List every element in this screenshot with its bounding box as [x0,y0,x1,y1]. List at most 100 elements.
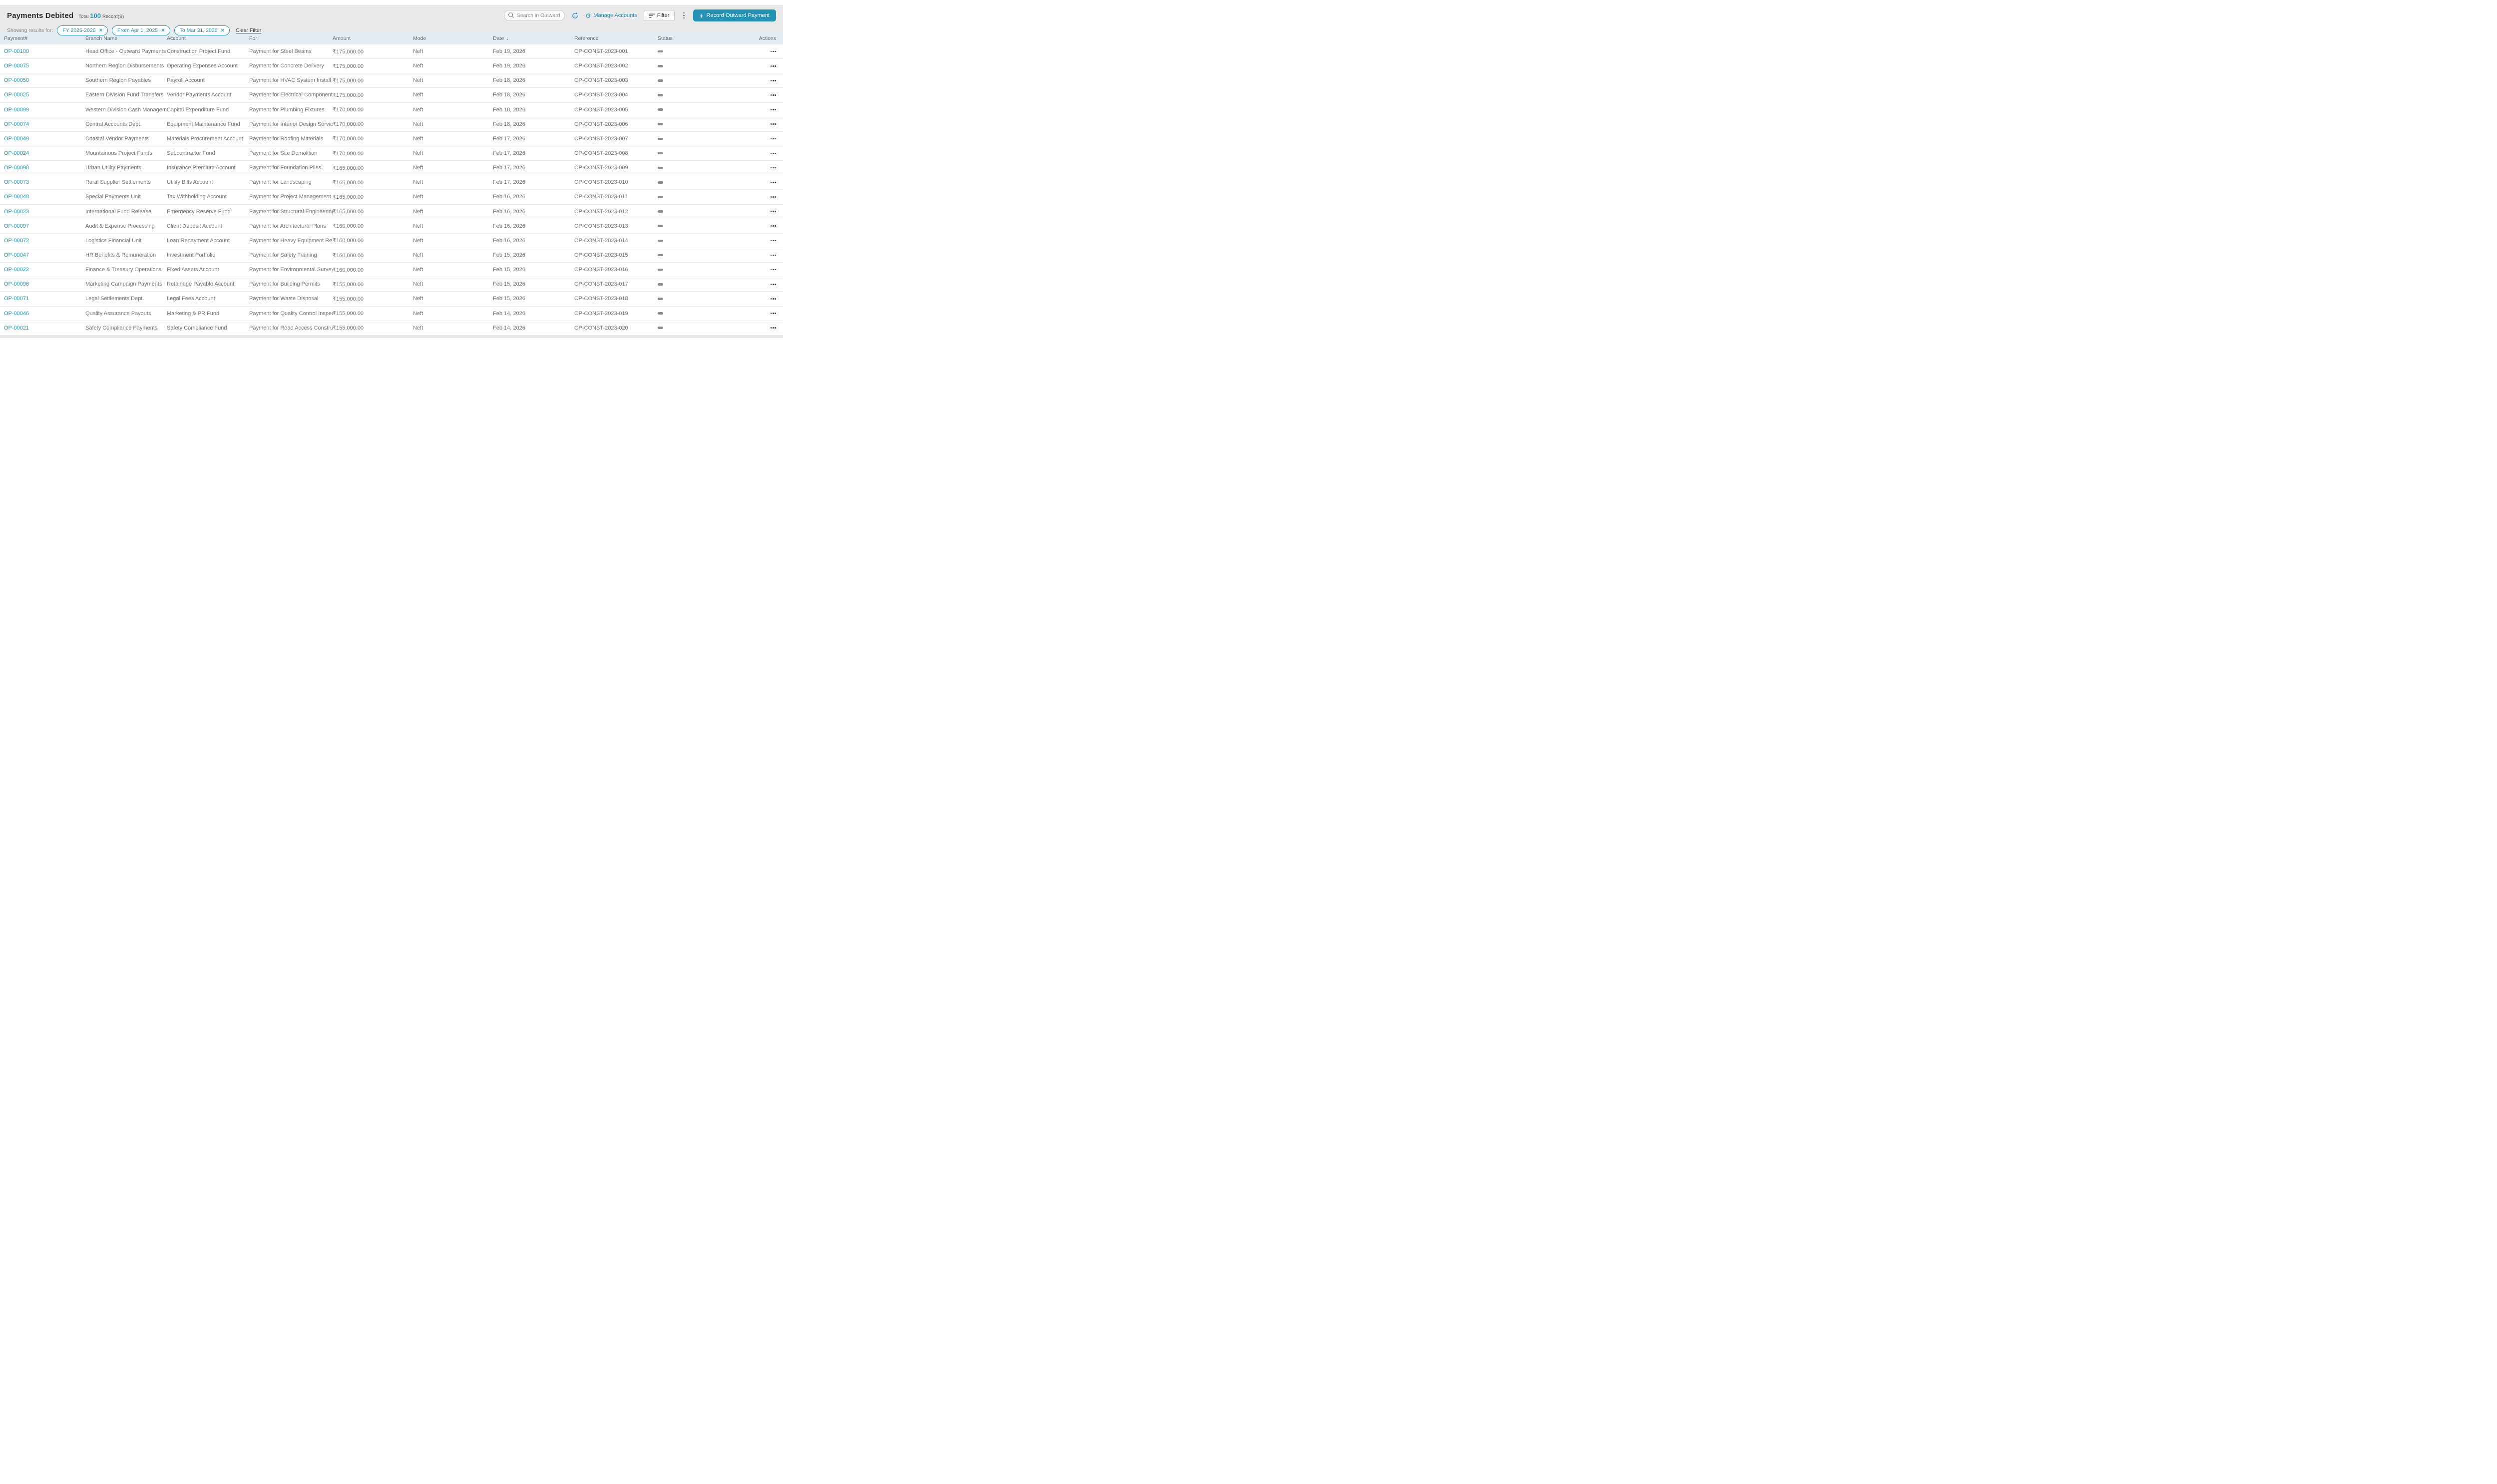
payment-link[interactable]: OP-00072 [4,238,29,244]
clear-filter-link[interactable]: Clear Filter [236,27,261,33]
chip-close-icon[interactable]: × [99,27,102,33]
filter-chip[interactable]: To Mar 31, 2026 × [174,25,230,35]
payment-link[interactable]: OP-00074 [4,121,29,127]
cell-branch: Central Accounts Dept. [85,121,142,127]
payment-link[interactable]: OP-00098 [4,165,29,171]
column-header-date[interactable]: Date ↓ [493,35,574,41]
cell-payment-no: OP-00046 [4,311,85,317]
payment-link[interactable]: OP-00047 [4,252,29,258]
manage-accounts-link[interactable]: ⚙ Manage Accounts [585,12,637,19]
payment-link[interactable]: OP-00048 [4,194,29,200]
row-actions-ellipsis-icon[interactable] [733,269,783,271]
cell-reference: OP-CONST-2023-019 [574,310,628,317]
cell-amount: ₹170,000.00 [333,121,364,128]
column-header-reference[interactable]: Reference [574,35,658,41]
table-row: OP-00100 Head Office - Outward Payments Co… [0,44,783,59]
cell-status [658,64,733,67]
payment-link[interactable]: OP-00071 [4,296,29,302]
cell-amount: ₹175,000.00 [333,77,364,84]
column-header-amount[interactable]: Amount [333,35,413,41]
column-header-for[interactable]: For [249,35,333,41]
cell-payment-no: OP-00075 [4,63,85,69]
payment-link[interactable]: OP-00050 [4,77,29,83]
payment-link[interactable]: OP-00075 [4,63,29,69]
cell-purpose: Payment for Concrete Delivery [249,63,324,69]
row-actions-ellipsis-icon[interactable] [733,152,783,154]
row-actions-ellipsis-icon[interactable] [733,138,783,140]
cell-payment-no: OP-00023 [4,209,85,215]
table-row: OP-00075 Northern Region Disbursements Ope… [0,59,783,74]
cell-mode: Neft [413,179,423,186]
row-actions-ellipsis-icon[interactable] [733,65,783,67]
cell-mode: Neft [413,165,423,171]
cell-amount: ₹160,000.00 [333,252,364,259]
record-outward-payment-button[interactable]: + Record Outward Payment [693,9,776,21]
payment-link[interactable]: OP-00021 [4,325,29,331]
filter-button[interactable]: Filter [643,10,675,21]
column-header-status[interactable]: Status [658,35,733,41]
row-actions-ellipsis-icon[interactable] [733,80,783,81]
column-header-account[interactable]: Account [167,35,249,41]
row-actions-ellipsis-icon[interactable] [733,182,783,183]
filter-chip[interactable]: From Apr 1, 2025 × [112,25,170,35]
cell-reference: OP-CONST-2023-013 [574,223,628,229]
payment-link[interactable]: OP-00046 [4,311,29,317]
cell-amount: ₹160,000.00 [333,267,364,273]
cell-account: Safety Compliance Fund [167,325,227,331]
table-row: OP-00073 Rural Supplier Settlements Utilit… [0,175,783,190]
row-actions-ellipsis-icon[interactable] [733,327,783,329]
cell-purpose: Payment for Heavy Equipment Rental [249,237,333,244]
chip-close-icon[interactable]: × [161,27,164,33]
row-actions-ellipsis-icon[interactable] [733,109,783,110]
cell-branch: Legal Settlements Dept. [85,296,144,302]
filter-chip[interactable]: FY 2025-2026 × [57,25,108,35]
row-actions-ellipsis-icon[interactable] [733,196,783,198]
payment-link[interactable]: OP-00049 [4,136,29,142]
table-row: OP-00074 Central Accounts Dept. Equipment … [0,117,783,132]
cell-mode: Neft [413,48,423,55]
cell-payment-no: OP-00022 [4,267,85,273]
cell-mode: Neft [413,63,423,69]
payment-link[interactable]: OP-00100 [4,48,29,54]
cell-mode: Neft [413,135,423,142]
payment-link[interactable]: OP-00025 [4,92,29,98]
refresh-icon[interactable] [571,12,579,19]
payment-link[interactable]: OP-00024 [4,150,29,156]
row-actions-ellipsis-icon[interactable] [733,254,783,256]
payment-link[interactable]: OP-00022 [4,267,29,273]
payment-link[interactable]: OP-00099 [4,107,29,113]
row-actions-ellipsis-icon[interactable] [733,225,783,227]
cell-purpose: Payment for Waste Disposal [249,296,319,302]
kebab-menu-icon[interactable] [681,11,687,20]
payment-link[interactable]: OP-00023 [4,209,29,215]
payment-link[interactable]: OP-00096 [4,281,29,287]
cell-date: Feb 18, 2026 [493,77,525,84]
cell-reference: OP-CONST-2023-002 [574,63,628,69]
row-actions-ellipsis-icon[interactable] [733,94,783,96]
cell-purpose: Payment for Safety Training [249,252,317,259]
cell-account: Marketing & PR Fund [167,310,220,317]
column-header-branch-name[interactable]: Branch Name [85,35,167,41]
row-actions-ellipsis-icon[interactable] [733,298,783,300]
column-header-actions[interactable]: Actions [733,35,783,41]
payment-link[interactable]: OP-00073 [4,179,29,185]
row-actions-ellipsis-icon[interactable] [733,167,783,169]
cell-purpose: Payment for Structural Engineering [249,208,333,215]
row-actions-ellipsis-icon[interactable] [733,50,783,52]
cell-purpose: Payment for Architectural Plans [249,223,326,229]
row-actions-ellipsis-icon[interactable] [733,123,783,125]
cell-payment-no: OP-00097 [4,223,85,229]
column-header-payment-[interactable]: Payment# [4,35,85,41]
row-actions-ellipsis-icon[interactable] [733,313,783,314]
cell-status [658,327,733,330]
cell-purpose: Payment for Roofing Materials [249,135,323,142]
row-actions-ellipsis-icon[interactable] [733,284,783,285]
cell-account: Operating Expenses Account [167,63,238,69]
cell-reference: OP-CONST-2023-003 [574,77,628,84]
row-actions-ellipsis-icon[interactable] [733,240,783,242]
chip-close-icon[interactable]: × [221,27,224,33]
payment-link[interactable]: OP-00097 [4,223,29,229]
cell-account: Materials Procurement Account [167,135,243,142]
column-header-mode[interactable]: Mode [413,35,493,41]
row-actions-ellipsis-icon[interactable] [733,211,783,212]
